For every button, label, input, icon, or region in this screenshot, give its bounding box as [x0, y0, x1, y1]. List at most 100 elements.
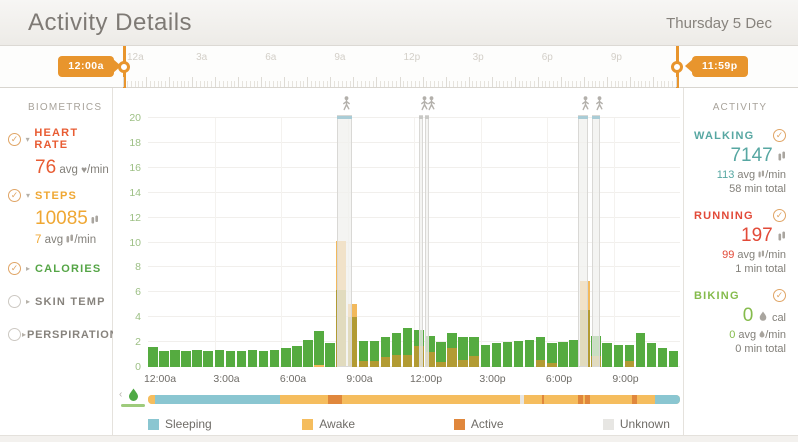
steps-bar[interactable] [503, 342, 513, 367]
bar-segment-green [547, 343, 557, 363]
chevron-down-icon[interactable]: ▾ [22, 191, 34, 200]
heart-rate-toggle[interactable]: ✓ ▾ HEART RATE [8, 127, 112, 151]
steps-bar[interactable] [248, 350, 258, 367]
chevron-left-icon[interactable]: ‹ [119, 389, 122, 400]
steps-bar[interactable] [270, 350, 280, 367]
legend-swatch [454, 419, 465, 430]
steps-bar[interactable] [403, 328, 413, 367]
steps-bar[interactable] [159, 351, 169, 367]
walking-avg-line: 113 avg /min [694, 169, 786, 181]
steps-toggle[interactable]: ✓ ▾ STEPS [8, 189, 112, 202]
chevron-down-icon[interactable]: ▾ [22, 135, 33, 144]
bar-segment-green [237, 351, 247, 367]
steps-bar[interactable] [359, 341, 369, 367]
timeline-tick [277, 81, 278, 87]
steps-bar[interactable] [458, 337, 468, 367]
steps-bar[interactable] [192, 350, 202, 367]
running-checkbox-icon[interactable]: ✓ [773, 209, 786, 222]
steps-bar[interactable] [237, 351, 247, 367]
range-end-knob[interactable] [671, 61, 683, 73]
page-bottom-bar [0, 435, 798, 442]
range-start-handle[interactable]: 12:00a [58, 56, 114, 77]
steps-bar[interactable] [625, 345, 635, 367]
steps-bar[interactable] [203, 351, 213, 367]
chevron-right-icon[interactable]: ▸ [22, 297, 34, 306]
steps-bar[interactable] [314, 331, 324, 367]
skin-temp-checkbox-icon[interactable]: ✓ [8, 295, 21, 308]
steps-bar[interactable] [447, 333, 457, 367]
steps-bar[interactable] [481, 345, 491, 367]
activity-biking: BIKING ✓ 0 cal 0 avg /min 0 min total [694, 289, 786, 355]
timeline-tick [161, 81, 162, 87]
steps-bar[interactable] [669, 351, 679, 367]
steps-bar[interactable] [647, 343, 657, 367]
steps-bar[interactable] [303, 340, 313, 367]
steps-bar[interactable] [525, 340, 535, 367]
steps-checkbox-icon[interactable]: ✓ [8, 189, 21, 202]
avg-label: avg [737, 169, 755, 181]
timeline-tick-label: 3a [196, 52, 207, 63]
y-tick-label: 14 [115, 187, 141, 199]
timeline-tick [327, 81, 328, 87]
timeline-tick [419, 81, 420, 87]
timeline-tick [192, 77, 193, 87]
steps-bar[interactable] [392, 333, 402, 367]
perspiration-checkbox-icon[interactable]: ✓ [8, 328, 21, 341]
steps-bar[interactable] [614, 345, 624, 367]
steps-bar[interactable] [148, 347, 158, 367]
steps-bar[interactable] [514, 341, 524, 367]
steps-bar[interactable] [381, 337, 391, 367]
steps-bar[interactable] [292, 346, 302, 367]
steps-bar[interactable] [370, 341, 380, 367]
bar-segment-green [514, 341, 524, 367]
steps-bar[interactable] [558, 342, 568, 367]
steps-bar-chart[interactable] [148, 118, 680, 367]
steps-bar[interactable] [636, 333, 646, 367]
steps-bar[interactable] [436, 342, 446, 367]
timeline-tick [457, 81, 458, 87]
steps-bar[interactable] [602, 343, 612, 367]
steps-bar[interactable] [281, 348, 291, 367]
biking-checkbox-icon[interactable]: ✓ [773, 289, 786, 302]
steps-bar[interactable] [259, 351, 269, 367]
steps-bar[interactable] [215, 350, 225, 367]
steps-bar[interactable] [547, 343, 557, 367]
heart-rate-checkbox-icon[interactable]: ✓ [8, 133, 21, 146]
chevron-right-icon[interactable]: ▸ [22, 264, 34, 273]
bar-segment-green [436, 342, 446, 362]
timeline-tick [649, 81, 650, 87]
walking-checkbox-icon[interactable]: ✓ [773, 129, 786, 142]
bar-segment-green [270, 350, 280, 367]
timeline-tick [453, 81, 454, 87]
biometrics-panel: BIOMETRICS ✓ ▾ HEART RATE 76 avg ♥/min ✓… [0, 88, 113, 442]
time-range-slider[interactable]: 12:00a 11:59p 12a3a6a9a12p3p6p9p [0, 46, 798, 88]
steps-bar[interactable] [181, 351, 191, 367]
calories-toggle[interactable]: ✓ ▸ CALORIES [8, 262, 112, 275]
gridline [614, 118, 615, 367]
timeline-tick [496, 81, 497, 87]
timeline-tick-label: 3p [473, 52, 484, 63]
skin-temp-toggle[interactable]: ✓ ▸ SKIN TEMP [8, 295, 112, 308]
bar-segment-olive [458, 360, 468, 367]
timeline-tick [611, 81, 612, 87]
steps-bar[interactable] [492, 343, 502, 367]
bar-segment-green [492, 343, 502, 367]
steps-bar[interactable] [536, 337, 546, 367]
timeline-tick-label: 6p [542, 52, 553, 63]
steps-bar[interactable] [325, 343, 335, 367]
timeline-tick [181, 81, 182, 87]
y-tick-label: 18 [115, 137, 141, 149]
steps-bar[interactable] [226, 351, 236, 367]
timeline-tick [507, 81, 508, 87]
timeline-tick [158, 81, 159, 87]
state-legend: SleepingAwakeActiveUnknown [148, 417, 680, 433]
steps-bar[interactable] [469, 337, 479, 367]
steps-bar[interactable] [170, 350, 180, 367]
perspiration-toggle[interactable]: ✓ ▸ PERSPIRATION [8, 328, 112, 341]
calories-checkbox-icon[interactable]: ✓ [8, 262, 21, 275]
range-end-handle[interactable]: 11:59p [692, 56, 748, 77]
activity-walking: WALKING ✓ 7147 113 avg /min 58 min total [694, 129, 786, 195]
strip-metric-control[interactable]: ‹ [119, 388, 145, 408]
steps-bar[interactable] [658, 348, 668, 367]
chevron-right-icon[interactable]: ▸ [22, 330, 26, 339]
